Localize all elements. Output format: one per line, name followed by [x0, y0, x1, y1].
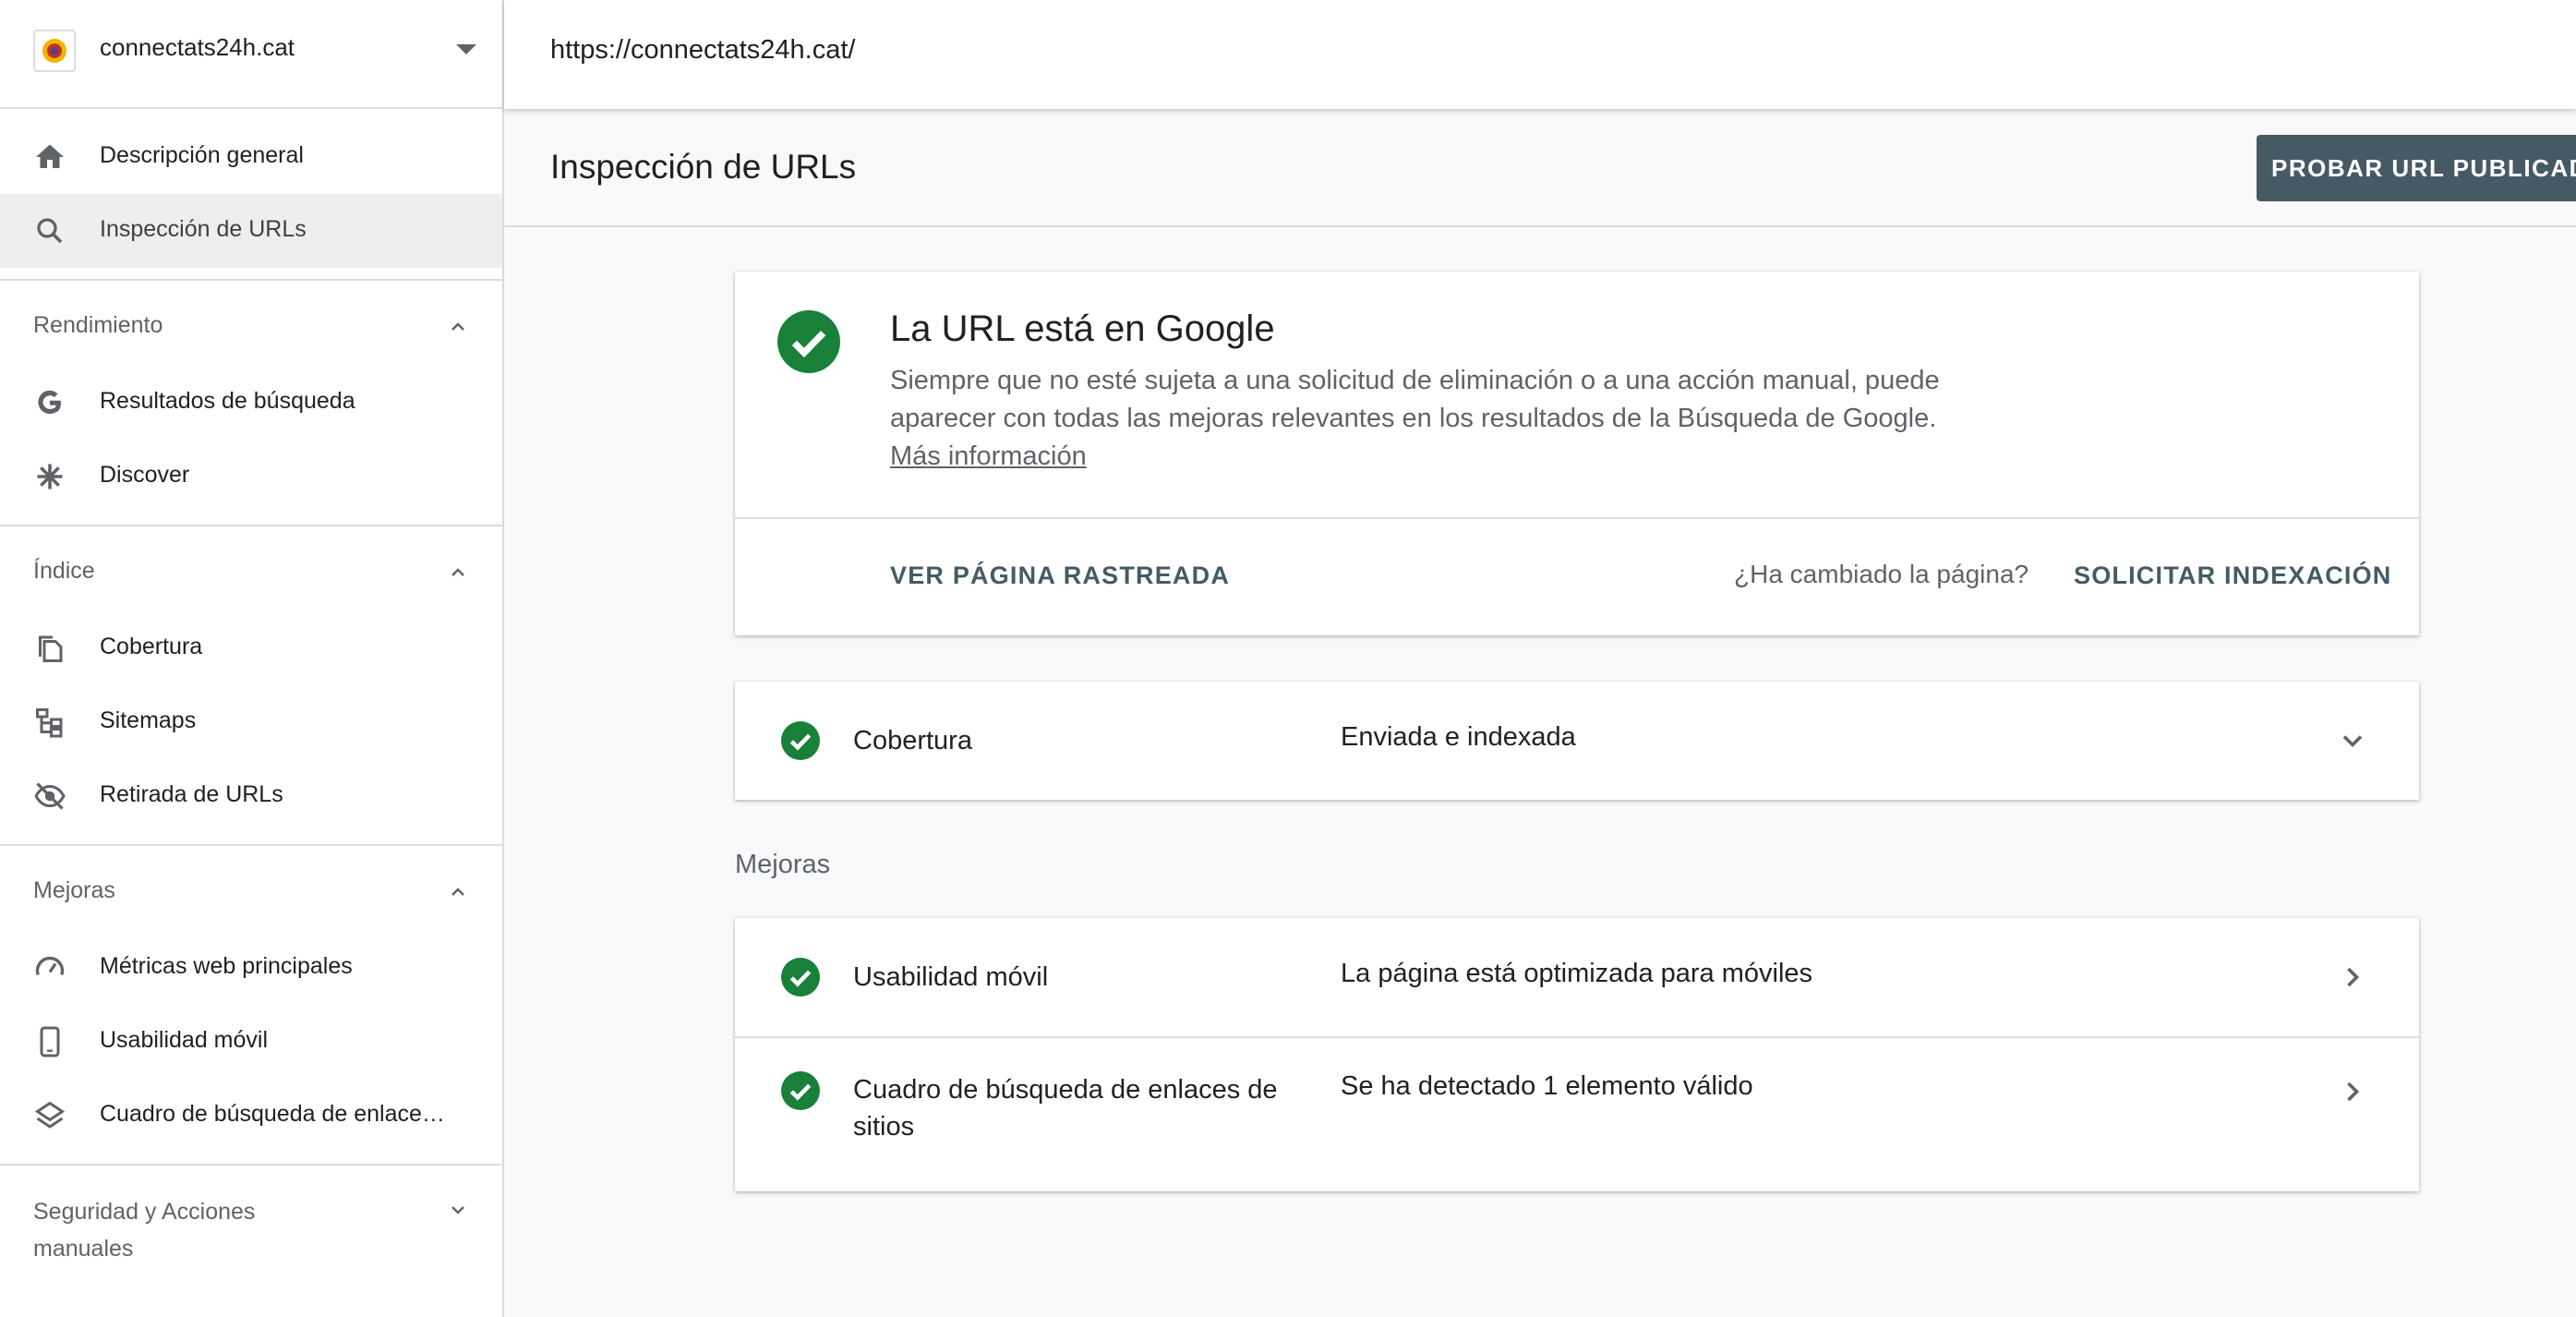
learn-more-link[interactable]: Más información — [890, 441, 1087, 471]
coverage-row[interactable]: Cobertura Enviada e indexada — [735, 682, 2419, 800]
section-title: Índice — [33, 558, 95, 584]
nav-item-mobile-usability[interactable]: Usabilidad móvil — [0, 1005, 502, 1079]
status-title: La URL está en Google — [890, 308, 1275, 349]
nav-item-label: Cobertura — [100, 634, 203, 659]
page-header: Inspección de URLs PROBAR URL PUBLICADA — [504, 109, 2576, 227]
enhancement-label: Cuadro de búsqueda de enlaces de sitios — [853, 1075, 1278, 1142]
chevron-up-icon — [451, 568, 464, 576]
enhancement-value: Se ha detectado 1 elemento válido — [1341, 1071, 1753, 1101]
enhancement-row-mobile[interactable]: Usabilidad móvil La página está optimiza… — [735, 918, 2419, 1036]
property-logo — [33, 30, 76, 72]
section-title: Mejoras — [33, 877, 115, 903]
chevron-right-icon[interactable] — [2336, 961, 2369, 994]
nav-item-coverage[interactable]: Cobertura — [0, 611, 502, 685]
status-description: Siempre que no esté sujeta a una solicit… — [890, 362, 1961, 476]
sitemap-icon — [36, 708, 63, 738]
nav-item-search-results[interactable]: Resultados de búsqueda — [0, 366, 502, 440]
nav-item-label: Resultados de búsqueda — [100, 388, 355, 414]
nav-item-overview[interactable]: Descripción general — [0, 120, 502, 194]
chevron-down-icon — [451, 1206, 464, 1214]
nav-item-url-inspection[interactable]: Inspección de URLs — [0, 194, 502, 268]
enhancement-value: La página está optimizada para móviles — [1341, 959, 1813, 988]
page-title: Inspección de URLs — [550, 148, 857, 186]
dropdown-caret-icon[interactable] — [456, 44, 476, 54]
home-icon — [36, 144, 64, 168]
check-circle-icon — [777, 310, 840, 373]
asterisk-icon — [37, 464, 63, 489]
chevron-up-icon — [451, 888, 464, 896]
section-enhancements[interactable]: Mejoras — [0, 846, 502, 931]
nav-item-label: Descripción general — [100, 142, 304, 168]
coverage-card[interactable]: Cobertura Enviada e indexada — [735, 682, 2419, 800]
property-name: connectats24h.cat — [100, 33, 295, 61]
nav-item-label: Discover — [100, 462, 190, 488]
divider — [735, 517, 2419, 519]
enhancement-label: Usabilidad móvil — [853, 962, 1049, 992]
sidebar: connectats24h.cat Descripción general In… — [0, 0, 504, 1317]
enhancement-row-sitelinks[interactable]: Cuadro de búsqueda de enlaces de sitios … — [735, 1038, 2419, 1191]
nav-item-label: Usabilidad móvil — [100, 1027, 269, 1053]
nav-item-label: Métricas web principales — [100, 953, 353, 979]
coverage-label: Cobertura — [853, 726, 972, 755]
copy-pages-icon — [39, 635, 63, 662]
inspected-url[interactable]: https://connectats24h.cat/ — [550, 35, 855, 66]
chevron-right-icon[interactable] — [2336, 1075, 2369, 1108]
nav-item-label: Cuadro de búsqueda de enlace… — [100, 1101, 445, 1127]
check-circle-icon — [781, 1071, 820, 1110]
enhancements-label: Mejoras — [735, 850, 831, 879]
index-status-card: La URL está en Google Siempre que no est… — [735, 272, 2419, 635]
check-circle-icon — [781, 721, 820, 760]
property-selector[interactable]: connectats24h.cat — [0, 0, 502, 109]
nav-item-label: Sitemaps — [100, 707, 197, 733]
page-changed-question: ¿Ha cambiado la página? — [1734, 560, 2029, 588]
eye-off-icon — [34, 782, 66, 810]
enhancements-card: Usabilidad móvil La página está optimiza… — [735, 918, 2419, 1191]
search-icon — [37, 218, 63, 244]
nav-item-url-removal[interactable]: Retirada de URLs — [0, 759, 502, 833]
inspect-bar: https://connectats24h.cat/ — [504, 0, 2576, 109]
view-crawled-page-button[interactable]: VER PÁGINA RASTREADA — [890, 562, 1230, 590]
layers-icon — [34, 1101, 66, 1129]
speedometer-icon — [35, 956, 65, 976]
check-circle-icon — [781, 958, 820, 997]
section-security[interactable]: Seguridad y Acciones manuales — [0, 1166, 502, 1286]
chevron-up-icon — [451, 322, 464, 331]
section-title: Rendimiento — [33, 312, 163, 338]
nav-item-core-web-vitals[interactable]: Métricas web principales — [0, 931, 502, 1005]
nav-item-label: Inspección de URLs — [100, 216, 307, 242]
chevron-down-icon[interactable] — [2336, 724, 2369, 757]
smartphone-icon — [40, 1026, 60, 1057]
section-index[interactable]: Índice — [0, 526, 502, 611]
nav-item-sitemaps[interactable]: Sitemaps — [0, 685, 502, 759]
coverage-value: Enviada e indexada — [1341, 722, 1576, 752]
status-description-text: Siempre que no esté sujeta a una solicit… — [890, 366, 1940, 433]
test-live-url-button[interactable]: PROBAR URL PUBLICADA — [2257, 135, 2576, 201]
request-indexing-button[interactable]: SOLICITAR INDEXACIÓN — [2074, 562, 2392, 590]
section-title: Seguridad y Acciones manuales — [33, 1199, 256, 1262]
nav-item-discover[interactable]: Discover — [0, 440, 502, 514]
google-g-icon — [38, 390, 61, 415]
nav-item-sitelinks-searchbox[interactable]: Cuadro de búsqueda de enlace… — [0, 1079, 502, 1153]
section-performance[interactable]: Rendimiento — [0, 281, 502, 366]
nav-item-label: Retirada de URLs — [100, 781, 283, 807]
